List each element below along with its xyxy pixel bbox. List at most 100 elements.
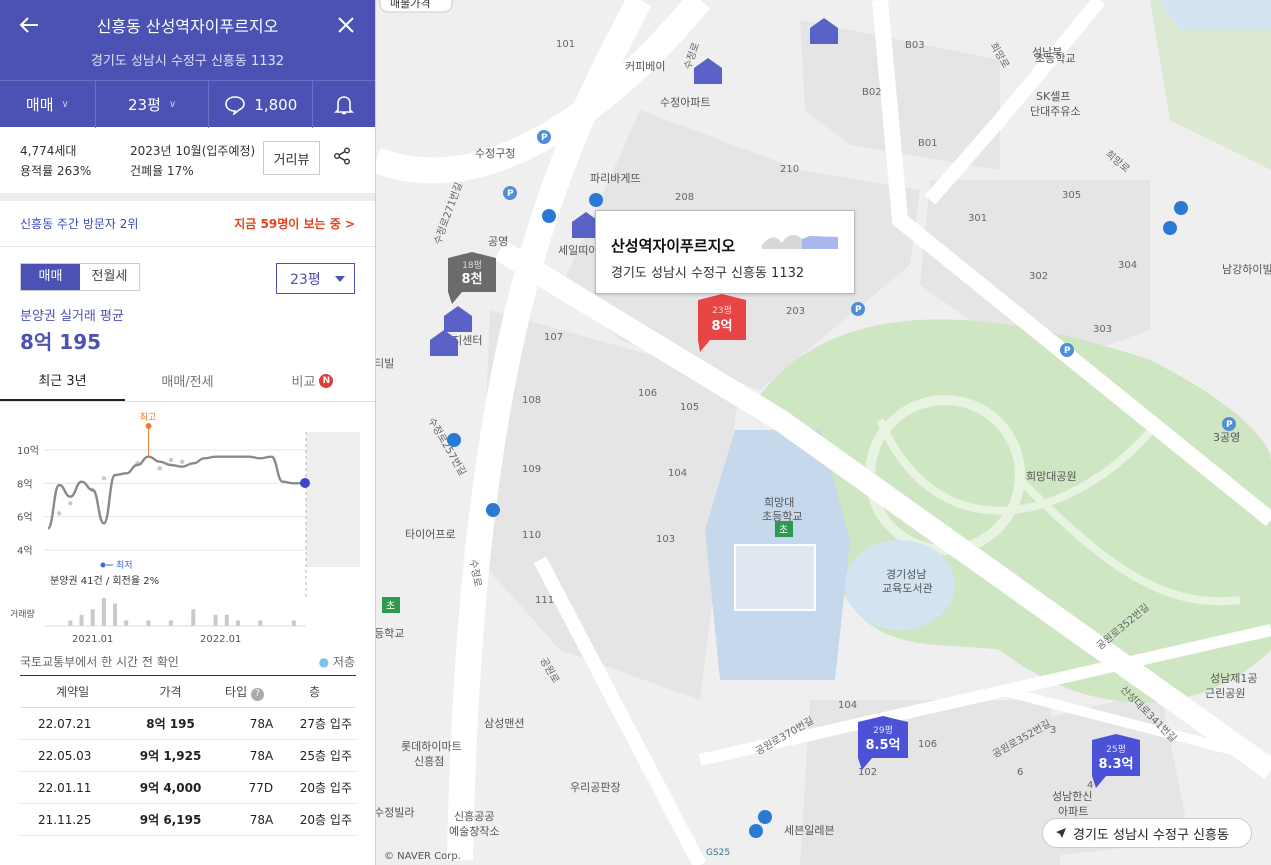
size-label: 23평 xyxy=(127,96,161,114)
poi-sk: SK셀프 xyxy=(1036,90,1070,103)
high-point xyxy=(145,423,152,429)
cell-price: 9억 4,000 xyxy=(125,771,216,804)
notification-button[interactable] xyxy=(313,81,375,128)
close-icon[interactable] xyxy=(333,12,359,38)
volume-bar xyxy=(68,620,73,626)
segment-sale[interactable]: 매매 xyxy=(21,264,80,290)
avg-price-label: 분양권 실거래 평균 xyxy=(20,309,124,324)
share-icon[interactable] xyxy=(333,147,351,170)
cell-floor: 20층 입주 xyxy=(273,771,356,804)
back-arrow-icon[interactable] xyxy=(16,12,42,38)
svg-text:102: 102 xyxy=(858,767,877,778)
current-point xyxy=(300,478,310,488)
current-location-button[interactable]: 경기도 성남시 수정구 신흥동 xyxy=(1042,818,1252,848)
size-select-value: 23평 xyxy=(290,271,321,288)
popup-sparkline-icon xyxy=(762,234,838,249)
cell-type: 78A xyxy=(215,739,274,772)
comments-button[interactable]: 1,800 xyxy=(209,81,314,128)
complex-info: 4,774세대 용적률 263% 2023년 10월(입주예정) 건폐율 17%… xyxy=(0,127,375,193)
low-label: 최저 xyxy=(116,560,133,571)
poi-tire: 타이어프로 xyxy=(405,528,456,541)
poi-library: 경기성남 xyxy=(886,568,926,581)
col-floor: 층 xyxy=(273,675,356,708)
bell-icon xyxy=(334,95,355,114)
move-in-date: 2023년 10월(입주예정) xyxy=(130,144,256,158)
trade-point xyxy=(56,511,62,516)
chart-summary: 분양권 41건 / 회전율 2% xyxy=(50,575,159,587)
street-view-button[interactable]: 거리뷰 xyxy=(263,141,320,175)
cell-price: 8억 195 xyxy=(125,707,216,740)
ytick-label: 6억 xyxy=(17,512,33,524)
volume-bar xyxy=(168,620,173,626)
svg-text:303: 303 xyxy=(1093,324,1112,335)
speech-bubble-icon xyxy=(225,95,246,115)
svg-text:111: 111 xyxy=(535,595,554,606)
svg-text:208: 208 xyxy=(675,192,694,203)
col-type-label: 타입 xyxy=(225,684,248,699)
poi-gongyeong: 공영 xyxy=(488,235,508,248)
col-price: 가격 xyxy=(125,675,216,708)
floor-area-ratio: 용적률 263% xyxy=(20,164,92,178)
poi-sujeong-villa: 수정빌라 xyxy=(376,806,414,819)
volume-bar xyxy=(258,620,263,626)
popup-address: 경기도 성남시 수정구 신흥동 1132 xyxy=(611,266,805,281)
price-chart: 10억 8억 6억 4억 최고 최저 분양권 41건 / 회전율 2% 거래량 2021.01 2… xyxy=(0,402,375,647)
volume-bar xyxy=(101,598,106,626)
poi-lotte: 롯데하이마트 xyxy=(401,739,462,753)
panel-header: 신흥동 산성역자이푸르지오 경기도 성남시 수정구 신흥동 1132 매매 ∨ … xyxy=(0,0,375,128)
ytick-label: 10억 xyxy=(17,445,39,457)
map-view[interactable]: 101 210 208 B03 B02 B01 305 301 304 302 303 203 … xyxy=(376,0,1271,865)
tab-sale-rent[interactable]: 매매/전세 xyxy=(125,360,250,401)
legend-low-floor: ● 저층 xyxy=(318,654,355,669)
volume-bar xyxy=(113,603,118,626)
legend-low-floor-label: 저층 xyxy=(332,654,355,669)
poi-sungnam-elem-2: 초등학교 xyxy=(1035,52,1075,65)
chevron-down-icon: ∨ xyxy=(61,99,69,110)
complex-popup[interactable]: 산성역자이푸르지오 경기도 성남시 수정구 신흥동 1132 xyxy=(595,210,855,294)
cell-floor: 25층 입주 xyxy=(273,739,356,772)
poi-seil: 세일띠아 xyxy=(558,243,598,257)
svg-text:203: 203 xyxy=(786,306,805,317)
size-dropdown[interactable]: 23평 ∨ xyxy=(96,81,210,128)
tab-compare[interactable]: 비교 N xyxy=(250,360,375,401)
complex-address: 경기도 성남시 수정구 신흥동 1132 xyxy=(90,54,285,69)
visitor-banner[interactable]: 신흥동 주간 방문자 2위 지금 59명이 보는 중 > xyxy=(0,201,375,247)
sale-price-chip[interactable]: 매물가격 xyxy=(379,0,453,13)
price-line xyxy=(46,455,306,530)
segment-rent[interactable]: 전월세 xyxy=(80,264,139,290)
table-row: 22.01.11 9억 4,000 77D 20층 입주 xyxy=(20,771,356,804)
svg-text:B02: B02 xyxy=(862,87,882,98)
households: 4,774세대 xyxy=(20,144,77,158)
future-shade xyxy=(306,432,360,567)
svg-text:301: 301 xyxy=(968,213,987,224)
tab-recent-3y[interactable]: 최근 3년 xyxy=(0,360,125,401)
col-date: 계약일 xyxy=(20,675,126,708)
svg-text:초: 초 xyxy=(386,600,395,612)
map-copyright: © NAVER Corp. xyxy=(384,851,461,862)
xtick-label: 2021.01 xyxy=(72,634,113,645)
trade-type-dropdown[interactable]: 매매 ∨ xyxy=(0,81,96,128)
poi-sinheung-art-2: 예술창작소 xyxy=(449,825,500,838)
location-arrow-icon xyxy=(1056,828,1066,838)
price-tabs: 최근 3년 매매/전세 비교 N xyxy=(0,360,375,402)
size-select[interactable]: 23평 xyxy=(276,263,355,294)
dropdown-triangle-icon xyxy=(335,276,345,282)
trade-type-label: 매매 xyxy=(25,96,54,114)
svg-text:P: P xyxy=(507,189,514,199)
svg-text:P: P xyxy=(541,133,548,143)
trade-segment: 매매 전월세 xyxy=(20,263,140,291)
poi-gongyeong3: 3공영 xyxy=(1213,431,1240,444)
cell-date: 22.01.11 xyxy=(20,771,126,804)
viewing-now[interactable]: 지금 59명이 보는 중 > xyxy=(234,215,355,232)
help-icon[interactable]: ? xyxy=(250,687,264,701)
svg-text:P: P xyxy=(1226,420,1233,430)
svg-text:106: 106 xyxy=(918,739,937,750)
poi-seven: 세븐일레븐 xyxy=(784,823,835,837)
svg-text:106: 106 xyxy=(638,388,657,399)
trade-point xyxy=(157,466,162,471)
coverage-ratio: 건폐율 17% xyxy=(130,164,194,178)
marker-price-label: 8억 xyxy=(711,319,732,334)
price-chart-svg: 10억 8억 6억 4억 최고최저분양권 41건 / 회전율 2% 거래량 2021.01 2… xyxy=(10,412,360,645)
marker-size-label: 23평 xyxy=(712,305,732,316)
volume-label: 거래량 xyxy=(10,608,35,620)
